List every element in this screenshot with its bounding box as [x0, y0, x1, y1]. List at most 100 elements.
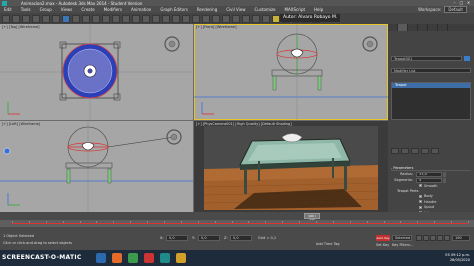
firefox-icon[interactable]	[112, 253, 122, 263]
menu-civil-view[interactable]: Civil View	[226, 7, 245, 12]
3ds-max-taskbar-icon[interactable]	[160, 253, 170, 263]
y-coordinate[interactable]: 0,0	[198, 235, 220, 241]
media-player-icon[interactable]	[144, 253, 154, 263]
next-frame-icon[interactable]	[437, 235, 443, 241]
menu-maxscript[interactable]: MAXScript	[285, 7, 306, 12]
selection-filter-icon[interactable]	[52, 14, 60, 23]
schematic-view-icon[interactable]	[272, 14, 280, 23]
viewport-left-label[interactable]: [+] [Left] [Wireframe]	[2, 122, 40, 126]
pivot-center-icon[interactable]	[142, 14, 150, 23]
bind-spacewarp-icon[interactable]	[42, 14, 50, 23]
spinner-snap-icon[interactable]	[202, 14, 210, 23]
graphite-tools-icon[interactable]	[252, 14, 260, 23]
menu-help[interactable]: Help	[314, 7, 323, 12]
move-icon[interactable]	[102, 14, 110, 23]
tray-time[interactable]: 09:12 p.m.	[451, 253, 470, 257]
go-to-start-icon[interactable]	[416, 235, 422, 241]
snaps-toggle-icon[interactable]	[172, 14, 180, 23]
viewport-front-label[interactable]: [+] [Front] [Wireframe]	[196, 25, 236, 29]
smooth-check-box[interactable]	[419, 184, 422, 188]
viewport-front[interactable]: [+] [Front] [Wireframe]	[194, 24, 388, 120]
redo-icon[interactable]	[12, 14, 20, 23]
modify-tab-icon[interactable]	[398, 24, 408, 31]
segments-input[interactable]: 4	[416, 177, 442, 183]
angle-snap-icon[interactable]	[182, 14, 190, 23]
x-coordinate[interactable]: 0,0	[166, 235, 188, 241]
z-coordinate[interactable]: 0,0	[230, 235, 252, 241]
add-time-tag-button[interactable]: Add Time Tag	[316, 241, 340, 247]
menu-graph-editors[interactable]: Graph Editors	[160, 7, 187, 12]
workspace-dropdown[interactable]: Default	[444, 6, 467, 13]
tray-date[interactable]: 26/05/2020	[450, 258, 470, 262]
object-name-field[interactable]: Teapot001	[391, 56, 462, 61]
curve-editor-icon[interactable]	[262, 14, 270, 23]
reference-coord-icon[interactable]	[132, 14, 140, 23]
folder-icon[interactable]	[176, 253, 186, 263]
explorer-icon[interactable]	[96, 253, 106, 263]
rect-selection-icon[interactable]	[82, 14, 90, 23]
menu-edit[interactable]: Edit	[4, 7, 12, 12]
window-crossing-icon[interactable]	[92, 14, 100, 23]
scale-icon[interactable]	[122, 14, 130, 23]
unlink-icon[interactable]	[32, 14, 40, 23]
body-check-box[interactable]	[419, 194, 422, 198]
tray-language[interactable]: ES	[445, 253, 449, 257]
create-tab-icon[interactable]	[388, 24, 398, 31]
show-end-result-icon[interactable]	[401, 148, 409, 154]
spout-check-box[interactable]	[419, 205, 422, 209]
play-icon[interactable]	[430, 235, 436, 241]
named-selection-icon[interactable]	[212, 14, 220, 23]
menu-views[interactable]: Views	[61, 7, 73, 12]
viewport-camera[interactable]: [+] [PhysCamera001] [High Quality] [Defa…	[194, 121, 388, 212]
menu-rendering[interactable]: Rendering	[197, 7, 217, 12]
undo-icon[interactable]	[2, 14, 10, 23]
auto-key-button[interactable]: Auto Key	[376, 235, 390, 241]
previous-frame-icon[interactable]	[423, 235, 429, 241]
viewport-top-label[interactable]: [+] [Top] [Wireframe]	[2, 25, 40, 29]
radius-input[interactable]: 33,0	[416, 171, 442, 177]
rotate-icon[interactable]	[112, 14, 120, 23]
menu-create[interactable]: Create	[81, 7, 94, 12]
select-object-icon[interactable]	[62, 14, 70, 23]
make-unique-icon[interactable]	[411, 148, 419, 154]
configure-sets-icon[interactable]	[431, 148, 439, 154]
object-color-swatch[interactable]	[464, 56, 470, 61]
viewport-top[interactable]: [+] [Top] [Wireframe]	[0, 24, 193, 120]
hierarchy-tab-icon[interactable]	[408, 24, 418, 31]
menu-customize[interactable]: Customize	[255, 7, 276, 12]
time-slider-thumb[interactable]: 190 / 270	[304, 213, 320, 222]
utilities-tab-icon[interactable]	[438, 24, 448, 31]
time-slider[interactable]: 190 / 270	[0, 212, 474, 222]
motion-tab-icon[interactable]	[418, 24, 428, 31]
app-logo-icon[interactable]	[2, 0, 7, 6]
menu-group[interactable]: Group	[40, 7, 52, 12]
mirror-icon[interactable]	[222, 14, 230, 23]
remove-modifier-icon[interactable]	[421, 148, 429, 154]
pin-stack-icon[interactable]	[391, 148, 399, 154]
selected-dropdown[interactable]: Selected	[392, 235, 412, 241]
link-icon[interactable]	[22, 14, 30, 23]
set-key-button[interactable]: Set Key	[376, 242, 389, 248]
select-by-name-icon[interactable]	[72, 14, 80, 23]
align-icon[interactable]	[232, 14, 240, 23]
keyboard-shortcut-icon[interactable]	[162, 14, 170, 23]
menu-animation[interactable]: Animation	[131, 7, 151, 12]
current-frame-field[interactable]: 190	[452, 235, 470, 241]
layer-manager-icon[interactable]	[242, 14, 250, 23]
stack-item-teapot[interactable]: Teapot	[392, 83, 470, 88]
key-filters-button[interactable]: Key Filters...	[392, 242, 413, 248]
chrome-icon[interactable]	[128, 253, 138, 263]
percent-snap-icon[interactable]	[192, 14, 200, 23]
radius-spinner[interactable]	[443, 171, 446, 177]
go-to-end-icon[interactable]	[444, 235, 450, 241]
modifier-list-dropdown[interactable]: Modifier List	[391, 68, 471, 73]
track-bar[interactable]	[0, 220, 474, 227]
viewport-left[interactable]: [+] [Left] [Wireframe]	[0, 121, 193, 212]
display-tab-icon[interactable]	[428, 24, 438, 31]
manipulate-icon[interactable]	[152, 14, 160, 23]
menu-modifiers[interactable]: Modifiers	[104, 7, 122, 12]
viewport-camera-label[interactable]: [+] [PhysCamera001] [High Quality] [Defa…	[196, 122, 292, 126]
menu-tools[interactable]: Tools	[21, 7, 31, 12]
handle-check-box[interactable]	[419, 200, 422, 204]
segments-spinner[interactable]	[443, 177, 446, 183]
